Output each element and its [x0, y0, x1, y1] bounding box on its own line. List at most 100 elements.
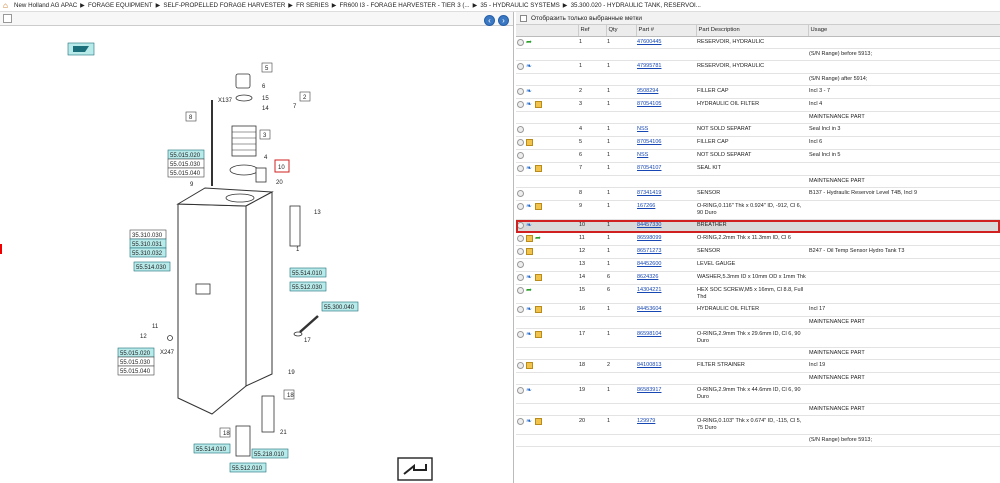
package-icon[interactable] [535, 101, 542, 109]
package-icon[interactable] [535, 165, 542, 173]
table-row-selected[interactable]: ❧ 10 1 84457330 BREATHER [516, 219, 1000, 234]
table-row[interactable]: (S/N Range) before 5913; [516, 434, 1000, 447]
part-number-link[interactable]: 87054105 [637, 101, 661, 107]
column-header[interactable]: Part # [636, 25, 697, 37]
part-number-link[interactable]: 86571273 [637, 248, 661, 254]
package-icon[interactable] [526, 235, 533, 243]
part-number-link[interactable]: 14304221 [637, 287, 661, 293]
package-icon[interactable] [535, 305, 542, 313]
add-to-cart-icon[interactable] [517, 247, 524, 255]
table-row[interactable]: ❧ 3 1 87054105 HYDRAULIC OIL FILTER Incl 4 [516, 98, 1000, 113]
part-number-link[interactable]: 84453604 [637, 306, 661, 312]
home-icon[interactable]: ⌂ [3, 1, 11, 10]
breadcrumb-item[interactable]: 35 - HYDRAULIC SYSTEMS [480, 2, 559, 9]
table-row[interactable]: 18 2 84100813 FILTER STRAINER Incl 19 [516, 359, 1000, 373]
service-icon[interactable]: ❧ [526, 331, 533, 338]
package-icon[interactable] [535, 273, 542, 281]
breadcrumb-item[interactable]: FR600 I3 - FORAGE HARVESTER - TIER 3 (..… [340, 2, 470, 9]
table-row[interactable]: MAINTENANCE PART [516, 347, 1000, 360]
add-to-cart-icon[interactable] [517, 330, 524, 338]
table-row[interactable]: 12 1 86571273 SENSOR B247 - Oil Temp Sensor … [516, 245, 1000, 259]
add-to-cart-icon[interactable] [517, 386, 524, 394]
table-row[interactable]: 8 1 87341419 SENSOR B137 - Hydraulic Reservo… [516, 187, 1000, 202]
replacement-arrow-icon[interactable]: ➦ [535, 235, 542, 242]
part-number-link[interactable]: 84452600 [637, 261, 661, 267]
service-icon[interactable]: ❧ [526, 418, 533, 425]
service-icon[interactable]: ❧ [526, 274, 533, 281]
add-to-cart-icon[interactable] [517, 417, 524, 425]
add-to-cart-icon[interactable] [517, 286, 524, 294]
table-row[interactable]: MAINTENANCE PART [516, 372, 1000, 385]
add-to-cart-icon[interactable] [517, 361, 524, 369]
table-row[interactable]: (S/N Range) after 5914; [516, 73, 1000, 87]
add-to-cart-icon[interactable] [517, 88, 524, 96]
service-icon[interactable]: ❧ [526, 88, 533, 95]
add-to-cart-icon[interactable] [517, 165, 524, 173]
part-number-link[interactable]: 47995781 [637, 63, 661, 69]
show-selected-checkbox[interactable] [520, 14, 527, 22]
add-to-cart-icon[interactable] [517, 235, 524, 243]
table-row[interactable]: ❧ 7 1 87054107 SEAL KIT [516, 162, 1000, 177]
part-number-link[interactable]: NSS [637, 152, 648, 158]
table-row[interactable]: ❧ 17 1 86598104 O-RING,2.9mm Thk x 29.6mm ID… [516, 328, 1000, 348]
table-row[interactable]: ➦ 1 1 47600445 RESERVOIR, HYDRAULIC [516, 36, 1000, 50]
package-icon[interactable] [535, 330, 542, 338]
table-row[interactable]: MAINTENANCE PART [516, 111, 1000, 125]
part-number-link[interactable]: 129979 [637, 418, 655, 424]
package-icon[interactable] [526, 247, 533, 255]
zoom-icon[interactable] [3, 14, 12, 23]
replacement-arrow-icon[interactable]: ➦ [526, 287, 533, 294]
table-row[interactable]: MAINTENANCE PART [516, 316, 1000, 329]
package-icon[interactable] [526, 139, 533, 147]
part-number-link[interactable]: 167266 [637, 203, 655, 209]
table-row[interactable]: ➦ 11 1 86598099 O-RING,2.2mm Thk x 11.3mm ID… [516, 232, 1000, 246]
add-to-cart-icon[interactable] [517, 203, 524, 211]
table-row[interactable]: ❧ 16 1 84453604 HYDRAULIC OIL FILTER Incl 17 [516, 303, 1000, 317]
replacement-arrow-icon[interactable]: ➦ [526, 39, 533, 46]
package-icon[interactable] [526, 361, 533, 369]
add-to-cart-icon[interactable] [517, 38, 524, 46]
service-icon[interactable]: ❧ [526, 387, 533, 394]
breadcrumb-item[interactable]: 35.300.020 - HYDRAULIC TANK, RESERVOI... [571, 2, 701, 9]
part-number-link[interactable]: 84100813 [637, 362, 661, 368]
next-diagram-button[interactable]: › [498, 15, 509, 26]
add-to-cart-icon[interactable] [517, 63, 524, 71]
breadcrumb-item[interactable]: FR SERIES [296, 2, 329, 9]
add-to-cart-icon[interactable] [517, 152, 524, 160]
table-row[interactable]: 4 1 NSS NOT SOLD SEPARAT Seal Incl in 3 [516, 123, 1000, 138]
table-row[interactable]: ❧ 1 1 47995781 RESERVOIR, HYDRAULIC [516, 60, 1000, 75]
service-icon[interactable]: ❧ [526, 222, 533, 229]
part-number-link[interactable]: 86598104 [637, 331, 661, 337]
table-row[interactable]: 13 1 84452600 LEVEL GAUGE [516, 258, 1000, 272]
package-icon[interactable] [535, 203, 542, 211]
table-row[interactable]: ❧ 20 1 129979 O-RING,0.103" Thk x 0.674" ID,… [516, 415, 1000, 435]
column-header[interactable]: Part Description [696, 25, 809, 37]
service-icon[interactable]: ❧ [526, 203, 533, 210]
part-number-link[interactable]: 84457330 [637, 222, 661, 228]
table-row[interactable]: ❧ 2 1 9508294 FILLER CAP Incl 3 - 7 [516, 85, 1000, 100]
table-row[interactable]: MAINTENANCE PART [516, 403, 1000, 416]
add-to-cart-icon[interactable] [517, 101, 524, 109]
part-number-link[interactable]: 86598099 [637, 235, 661, 241]
part-number-link[interactable]: 87341419 [637, 190, 661, 196]
table-row[interactable]: ➦ 15 6 14304221 HEX SOC SCREW,M5 x 16mm, Cl … [516, 284, 1000, 304]
breadcrumb-item[interactable]: FORAGE EQUIPMENT [88, 2, 153, 9]
part-number-link[interactable]: 9508294 [637, 88, 658, 94]
column-header[interactable]: Qty [606, 25, 637, 37]
add-to-cart-icon[interactable] [517, 126, 524, 134]
column-header[interactable]: Usage [808, 25, 1000, 37]
breadcrumb-item[interactable]: New Holland AG APAC [14, 2, 77, 9]
table-row[interactable]: ❧ 19 1 86583917 O-RING,2.9mm Thk x 44.6mm ID… [516, 384, 1000, 404]
table-row[interactable]: 6 1 NSS NOT SOLD SEPARAT Seal Incl in 5 [516, 149, 1000, 164]
service-icon[interactable]: ❧ [526, 306, 533, 313]
part-number-link[interactable]: 87054106 [637, 139, 661, 145]
add-to-cart-icon[interactable] [517, 190, 524, 198]
table-row[interactable]: (S/N Range) before 5913; [516, 48, 1000, 62]
add-to-cart-icon[interactable] [517, 260, 524, 268]
add-to-cart-icon[interactable] [517, 273, 524, 281]
table-row[interactable]: ❧ 14 6 8624326 WASHER,5.3mm ID x 10mm OD x 1… [516, 271, 1000, 285]
add-to-cart-icon[interactable] [517, 222, 524, 230]
part-number-link[interactable]: 47600445 [637, 39, 661, 45]
add-to-cart-icon[interactable] [517, 139, 524, 147]
part-number-link[interactable]: 8624326 [637, 274, 658, 280]
